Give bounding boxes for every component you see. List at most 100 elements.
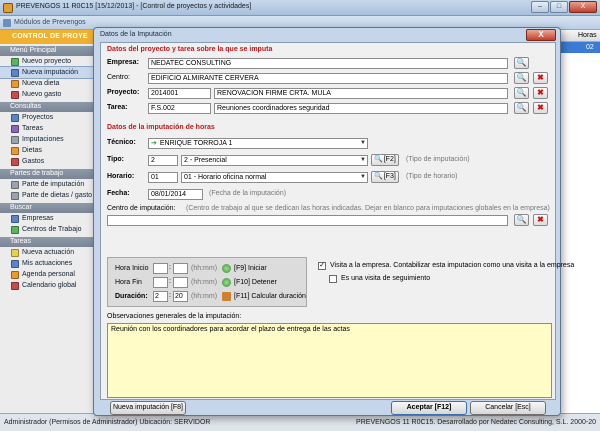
grid-header-horas[interactable]: Horas (556, 30, 600, 42)
sidebar-item-label: Parte de imputación (22, 181, 85, 188)
sidebar-item-nueva-dieta[interactable]: Nueva dieta (0, 78, 99, 89)
sidebar-item-agenda[interactable]: Agenda personal (0, 269, 99, 280)
horario-key-label: [F3] (383, 173, 396, 180)
tipo-search-button[interactable]: 🔍[F2] (371, 154, 399, 166)
sidebar-item-imputaciones[interactable]: Imputaciones (0, 134, 99, 145)
sidebar-item-dietas[interactable]: Dietas (0, 145, 99, 156)
grid-selected-row[interactable]: 02 (556, 42, 600, 53)
search-icon: 🔍 (516, 215, 527, 224)
sidebar-item-mis-actuaciones[interactable]: Mis actuaciones (0, 258, 99, 269)
detener-button[interactable]: [F10] Detener (234, 279, 277, 286)
sidebar-section-buscar[interactable]: Buscar (0, 203, 99, 213)
sidebar-item-label: Nuevo gasto (22, 91, 62, 98)
fecha-field[interactable]: 08/01/2014 (148, 189, 203, 200)
dialog-close-button[interactable]: X (526, 29, 556, 41)
mdi-window-title: Módulos de Prevengos (14, 19, 86, 26)
centro-imputacion-clear-button[interactable]: ✖ (533, 214, 548, 226)
cancelar-button[interactable]: Cancelar [Esc] (470, 401, 546, 415)
sidebar-item-label: Nuevo proyecto (22, 58, 72, 65)
visita-checkbox[interactable]: ✓ (318, 262, 326, 270)
hora-fin-m-field[interactable] (173, 277, 188, 288)
sidebar-item-gastos[interactable]: Gastos (0, 156, 99, 167)
close-button[interactable]: X (569, 1, 597, 13)
fecha-label: Fecha: (107, 190, 130, 197)
sidebar-item-label: Calendario global (22, 282, 77, 289)
centro-field[interactable]: EDIFICIO ALMIRANTE CERVERA (148, 73, 508, 84)
sidebar-item-proyectos[interactable]: Proyectos (0, 112, 99, 123)
proyecto-code-field[interactable]: 2014001 (148, 88, 211, 99)
tipo-hint: (Tipo de imputación) (406, 156, 470, 163)
hora-inicio-m-field[interactable] (173, 263, 188, 274)
sidebar-section-consultas[interactable]: Consultas (0, 102, 99, 112)
aceptar-button[interactable]: Aceptar [F12] (391, 401, 467, 415)
centro-clear-button[interactable]: ✖ (533, 72, 548, 84)
sidebar-header: CONTROL DE PROYE (0, 30, 99, 44)
sidebar-section-menu[interactable]: Menú Principal (0, 46, 99, 56)
centro-imputacion-hint: (Centro de trabajo al que se dedican las… (186, 205, 550, 212)
search-icon: 🔍 (374, 173, 383, 180)
tarea-clear-button[interactable]: ✖ (533, 102, 548, 114)
tarea-search-button[interactable]: 🔍 (514, 102, 529, 114)
sidebar-section-tareas[interactable]: Tareas (0, 237, 99, 247)
tasks-icon (11, 124, 19, 133)
tipo-code-field[interactable]: 2 (148, 155, 178, 166)
sidebar-item-centros[interactable]: Centros de Trabajo (0, 224, 99, 235)
horario-select[interactable]: 01 - Horario oficina normal (181, 172, 368, 183)
status-user: Administrador (Permisos de Administrador… (4, 419, 211, 426)
iniciar-button[interactable]: [F9] Iniciar (234, 265, 267, 272)
agenda-icon (11, 270, 19, 279)
calcular-button[interactable]: [F11] Calcular duración (234, 293, 306, 300)
new-action-icon (11, 248, 19, 257)
maximize-button[interactable]: □ (550, 1, 568, 13)
horario-search-button[interactable]: 🔍[F3] (371, 171, 399, 183)
sidebar-item-label: Empresas (22, 215, 54, 222)
proyecto-name-field[interactable]: RENOVACION FIRME CRTA. MULA (214, 88, 508, 99)
tarea-name-field[interactable]: Reuniones coordinadores seguridad (214, 103, 508, 114)
sidebar-item-calendario[interactable]: Calendario global (0, 280, 99, 291)
proyecto-search-button[interactable]: 🔍 (514, 87, 529, 99)
sidebar-item-nueva-actuacion[interactable]: Nueva actuación (0, 247, 99, 258)
tarea-code-field[interactable]: F.S.002 (148, 103, 211, 114)
empresa-field[interactable]: NEDATEC CONSULTING (148, 58, 508, 69)
sidebar-section-partes[interactable]: Partes de trabajo (0, 169, 99, 179)
hours-section-title: Datos de la imputación de horas (107, 124, 215, 131)
hora-fin-h-field[interactable] (153, 277, 168, 288)
sidebar-item-parte-imputacion[interactable]: Parte de imputación (0, 179, 99, 190)
projects-icon (11, 113, 19, 122)
nueva-imputacion-button[interactable]: Nueva imputación [F8] (110, 401, 186, 415)
observaciones-label: Observaciones generales de la imputación… (107, 313, 242, 320)
horario-code-field[interactable]: 01 (148, 172, 178, 183)
centro-imputacion-field[interactable] (107, 215, 508, 226)
empresa-search-button[interactable]: 🔍 (514, 57, 529, 69)
sidebar-item-nuevo-proyecto[interactable]: Nuevo proyecto (0, 56, 99, 67)
sidebar-item-label: Nueva dieta (22, 80, 60, 87)
sidebar-item-parte-dietas[interactable]: Parte de dietas / gasto (0, 190, 99, 201)
sidebar-item-empresas[interactable]: Empresas (0, 213, 99, 224)
centro-imputacion-search-button[interactable]: 🔍 (514, 214, 529, 226)
expenses-icon (11, 157, 19, 166)
sidebar-item-label: Agenda personal (22, 271, 75, 278)
observaciones-textarea[interactable]: Reunión con los coordinadores para acord… (107, 323, 552, 398)
duracion-h-field[interactable]: 2 (153, 291, 168, 302)
search-icon: 🔍 (516, 58, 527, 67)
hora-inicio-hint: (hh:mm) (191, 265, 218, 272)
centro-search-button[interactable]: 🔍 (514, 72, 529, 84)
delete-x-icon: ✖ (537, 88, 544, 97)
tecnico-select[interactable]: ➔ ENRIQUE TORROJA 1 (148, 138, 368, 149)
duracion-m-field[interactable]: 20 (173, 291, 188, 302)
sidebar-item-tareas[interactable]: Tareas (0, 123, 99, 134)
tipo-key-label: [F2] (383, 156, 396, 163)
minimize-button[interactable]: – (531, 1, 549, 13)
proyecto-clear-button[interactable]: ✖ (533, 87, 548, 99)
tipo-select[interactable]: 2 - Presencial (181, 155, 368, 166)
report-icon (11, 180, 19, 189)
hora-inicio-h-field[interactable] (153, 263, 168, 274)
hora-fin-label: Hora Fin (115, 279, 142, 286)
sidebar-item-nuevo-gasto[interactable]: Nuevo gasto (0, 89, 99, 100)
fecha-hint: (Fecha de la imputación) (209, 190, 287, 197)
duracion-hint: (hh:mm) (191, 293, 218, 300)
sidebar-item-nueva-imputacion[interactable]: Nueva imputación (0, 66, 99, 79)
seguimiento-checkbox[interactable] (329, 275, 337, 283)
main-window-title: PREVENGOS 11 R0C15 [15/12/2013] - [Contr… (16, 3, 252, 10)
imputations-icon (11, 135, 19, 144)
